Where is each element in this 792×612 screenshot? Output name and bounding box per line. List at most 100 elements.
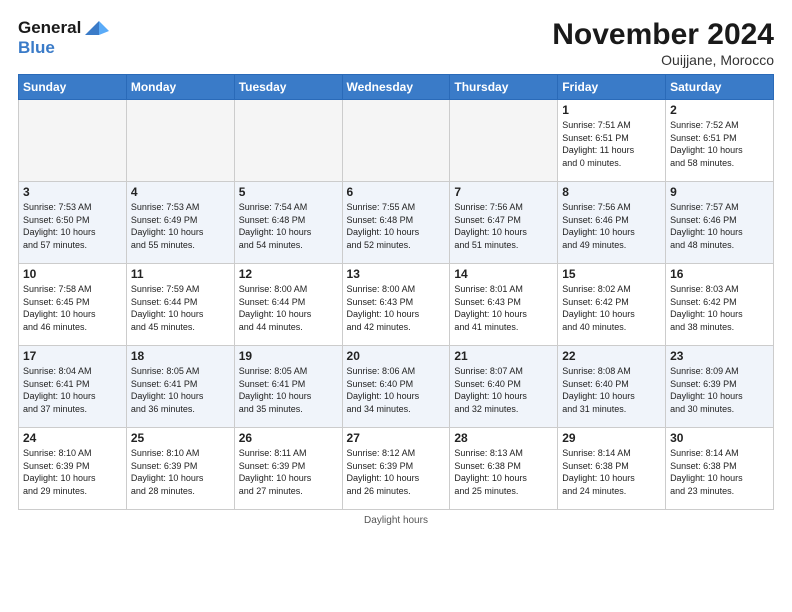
day-number: 2 — [670, 103, 769, 117]
day-number: 21 — [454, 349, 553, 363]
calendar-cell: 27 Sunrise: 8:12 AM Sunset: 6:39 PM Dayli… — [342, 428, 450, 510]
day-info: Sunrise: 7:54 AM Sunset: 6:48 PM Dayligh… — [239, 201, 338, 251]
calendar-cell — [234, 100, 342, 182]
calendar-cell — [450, 100, 558, 182]
day-number: 20 — [347, 349, 446, 363]
day-number: 27 — [347, 431, 446, 445]
day-info: Sunrise: 7:53 AM Sunset: 6:49 PM Dayligh… — [131, 201, 230, 251]
col-thursday: Thursday — [450, 75, 558, 100]
calendar-cell: 22 Sunrise: 8:08 AM Sunset: 6:40 PM Dayli… — [558, 346, 666, 428]
day-number: 22 — [562, 349, 661, 363]
day-info: Sunrise: 8:05 AM Sunset: 6:41 PM Dayligh… — [239, 365, 338, 415]
calendar-cell: 29 Sunrise: 8:14 AM Sunset: 6:38 PM Dayli… — [558, 428, 666, 510]
calendar-cell: 26 Sunrise: 8:11 AM Sunset: 6:39 PM Dayli… — [234, 428, 342, 510]
day-number: 16 — [670, 267, 769, 281]
day-number: 25 — [131, 431, 230, 445]
calendar-cell: 16Sunrise: 8:03 AM Sunset: 6:42 PM Dayli… — [666, 264, 774, 346]
day-info: Sunrise: 8:00 AM Sunset: 6:43 PM Dayligh… — [347, 283, 446, 333]
day-info: Sunrise: 7:56 AM Sunset: 6:46 PM Dayligh… — [562, 201, 661, 251]
calendar-cell: 7 Sunrise: 7:56 AM Sunset: 6:47 PM Daylig… — [450, 182, 558, 264]
calendar-cell: 19 Sunrise: 8:05 AM Sunset: 6:41 PM Dayli… — [234, 346, 342, 428]
calendar-cell: 9Sunrise: 7:57 AM Sunset: 6:46 PM Daylig… — [666, 182, 774, 264]
day-number: 11 — [131, 267, 230, 281]
col-tuesday: Tuesday — [234, 75, 342, 100]
day-info: Sunrise: 8:11 AM Sunset: 6:39 PM Dayligh… — [239, 447, 338, 497]
day-info: Sunrise: 8:00 AM Sunset: 6:44 PM Dayligh… — [239, 283, 338, 333]
calendar: Sunday Monday Tuesday Wednesday Thursday… — [18, 74, 774, 510]
calendar-week-2: 3Sunrise: 7:53 AM Sunset: 6:50 PM Daylig… — [19, 182, 774, 264]
day-info: Sunrise: 8:04 AM Sunset: 6:41 PM Dayligh… — [23, 365, 122, 415]
subtitle: Ouijjane, Morocco — [552, 52, 774, 68]
calendar-cell: 28Sunrise: 8:13 AM Sunset: 6:38 PM Dayli… — [450, 428, 558, 510]
calendar-cell — [342, 100, 450, 182]
calendar-cell: 15 Sunrise: 8:02 AM Sunset: 6:42 PM Dayli… — [558, 264, 666, 346]
calendar-cell: 5Sunrise: 7:54 AM Sunset: 6:48 PM Daylig… — [234, 182, 342, 264]
calendar-cell — [126, 100, 234, 182]
day-number: 15 — [562, 267, 661, 281]
logo-container: General Blue — [18, 18, 109, 57]
calendar-week-5: 24 Sunrise: 8:10 AM Sunset: 6:39 PM Dayli… — [19, 428, 774, 510]
day-info: Sunrise: 7:56 AM Sunset: 6:47 PM Dayligh… — [454, 201, 553, 251]
calendar-cell: 14 Sunrise: 8:01 AM Sunset: 6:43 PM Dayli… — [450, 264, 558, 346]
calendar-header-row: Sunday Monday Tuesday Wednesday Thursday… — [19, 75, 774, 100]
col-friday: Friday — [558, 75, 666, 100]
day-number: 7 — [454, 185, 553, 199]
calendar-cell: 10 Sunrise: 7:58 AM Sunset: 6:45 PM Dayli… — [19, 264, 127, 346]
month-title: November 2024 — [552, 18, 774, 52]
day-number: 26 — [239, 431, 338, 445]
col-monday: Monday — [126, 75, 234, 100]
logo: General Blue — [18, 18, 109, 57]
calendar-cell: 13 Sunrise: 8:00 AM Sunset: 6:43 PM Dayli… — [342, 264, 450, 346]
day-number: 18 — [131, 349, 230, 363]
day-info: Sunrise: 8:01 AM Sunset: 6:43 PM Dayligh… — [454, 283, 553, 333]
day-number: 14 — [454, 267, 553, 281]
calendar-week-1: 1Sunrise: 7:51 AM Sunset: 6:51 PM Daylig… — [19, 100, 774, 182]
day-info: Sunrise: 7:58 AM Sunset: 6:45 PM Dayligh… — [23, 283, 122, 333]
calendar-cell: 24 Sunrise: 8:10 AM Sunset: 6:39 PM Dayli… — [19, 428, 127, 510]
day-number: 13 — [347, 267, 446, 281]
logo-text: General Blue — [18, 18, 81, 57]
calendar-cell: 8Sunrise: 7:56 AM Sunset: 6:46 PM Daylig… — [558, 182, 666, 264]
day-info: Sunrise: 7:51 AM Sunset: 6:51 PM Dayligh… — [562, 119, 661, 169]
day-info: Sunrise: 7:52 AM Sunset: 6:51 PM Dayligh… — [670, 119, 769, 169]
calendar-cell: 25Sunrise: 8:10 AM Sunset: 6:39 PM Dayli… — [126, 428, 234, 510]
day-info: Sunrise: 8:14 AM Sunset: 6:38 PM Dayligh… — [670, 447, 769, 497]
day-info: Sunrise: 8:14 AM Sunset: 6:38 PM Dayligh… — [562, 447, 661, 497]
calendar-cell: 4 Sunrise: 7:53 AM Sunset: 6:49 PM Daylig… — [126, 182, 234, 264]
day-info: Sunrise: 8:09 AM Sunset: 6:39 PM Dayligh… — [670, 365, 769, 415]
calendar-cell: 3Sunrise: 7:53 AM Sunset: 6:50 PM Daylig… — [19, 182, 127, 264]
title-block: November 2024 Ouijjane, Morocco — [552, 18, 774, 68]
day-number: 29 — [562, 431, 661, 445]
day-info: Sunrise: 8:10 AM Sunset: 6:39 PM Dayligh… — [23, 447, 122, 497]
footer: Daylight hours — [18, 515, 774, 526]
day-number: 24 — [23, 431, 122, 445]
page: General Blue November 2024 Ouijjane, Mor… — [0, 0, 792, 612]
calendar-cell: 6Sunrise: 7:55 AM Sunset: 6:48 PM Daylig… — [342, 182, 450, 264]
day-number: 4 — [131, 185, 230, 199]
day-info: Sunrise: 8:13 AM Sunset: 6:38 PM Dayligh… — [454, 447, 553, 497]
day-info: Sunrise: 8:08 AM Sunset: 6:40 PM Dayligh… — [562, 365, 661, 415]
day-number: 9 — [670, 185, 769, 199]
day-info: Sunrise: 7:53 AM Sunset: 6:50 PM Dayligh… — [23, 201, 122, 251]
col-wednesday: Wednesday — [342, 75, 450, 100]
day-number: 30 — [670, 431, 769, 445]
calendar-week-4: 17 Sunrise: 8:04 AM Sunset: 6:41 PM Dayli… — [19, 346, 774, 428]
header: General Blue November 2024 Ouijjane, Mor… — [18, 18, 774, 68]
calendar-cell: 2 Sunrise: 7:52 AM Sunset: 6:51 PM Daylig… — [666, 100, 774, 182]
day-info: Sunrise: 7:55 AM Sunset: 6:48 PM Dayligh… — [347, 201, 446, 251]
calendar-cell: 30 Sunrise: 8:14 AM Sunset: 6:38 PM Dayli… — [666, 428, 774, 510]
day-number: 23 — [670, 349, 769, 363]
calendar-cell: 11Sunrise: 7:59 AM Sunset: 6:44 PM Dayli… — [126, 264, 234, 346]
day-info: Sunrise: 8:12 AM Sunset: 6:39 PM Dayligh… — [347, 447, 446, 497]
calendar-cell: 1Sunrise: 7:51 AM Sunset: 6:51 PM Daylig… — [558, 100, 666, 182]
calendar-cell: 17 Sunrise: 8:04 AM Sunset: 6:41 PM Dayli… — [19, 346, 127, 428]
day-number: 19 — [239, 349, 338, 363]
calendar-cell: 21Sunrise: 8:07 AM Sunset: 6:40 PM Dayli… — [450, 346, 558, 428]
calendar-cell: 12Sunrise: 8:00 AM Sunset: 6:44 PM Dayli… — [234, 264, 342, 346]
calendar-week-3: 10 Sunrise: 7:58 AM Sunset: 6:45 PM Dayli… — [19, 264, 774, 346]
col-sunday: Sunday — [19, 75, 127, 100]
day-number: 10 — [23, 267, 122, 281]
day-number: 17 — [23, 349, 122, 363]
day-info: Sunrise: 8:02 AM Sunset: 6:42 PM Dayligh… — [562, 283, 661, 333]
day-info: Sunrise: 8:05 AM Sunset: 6:41 PM Dayligh… — [131, 365, 230, 415]
